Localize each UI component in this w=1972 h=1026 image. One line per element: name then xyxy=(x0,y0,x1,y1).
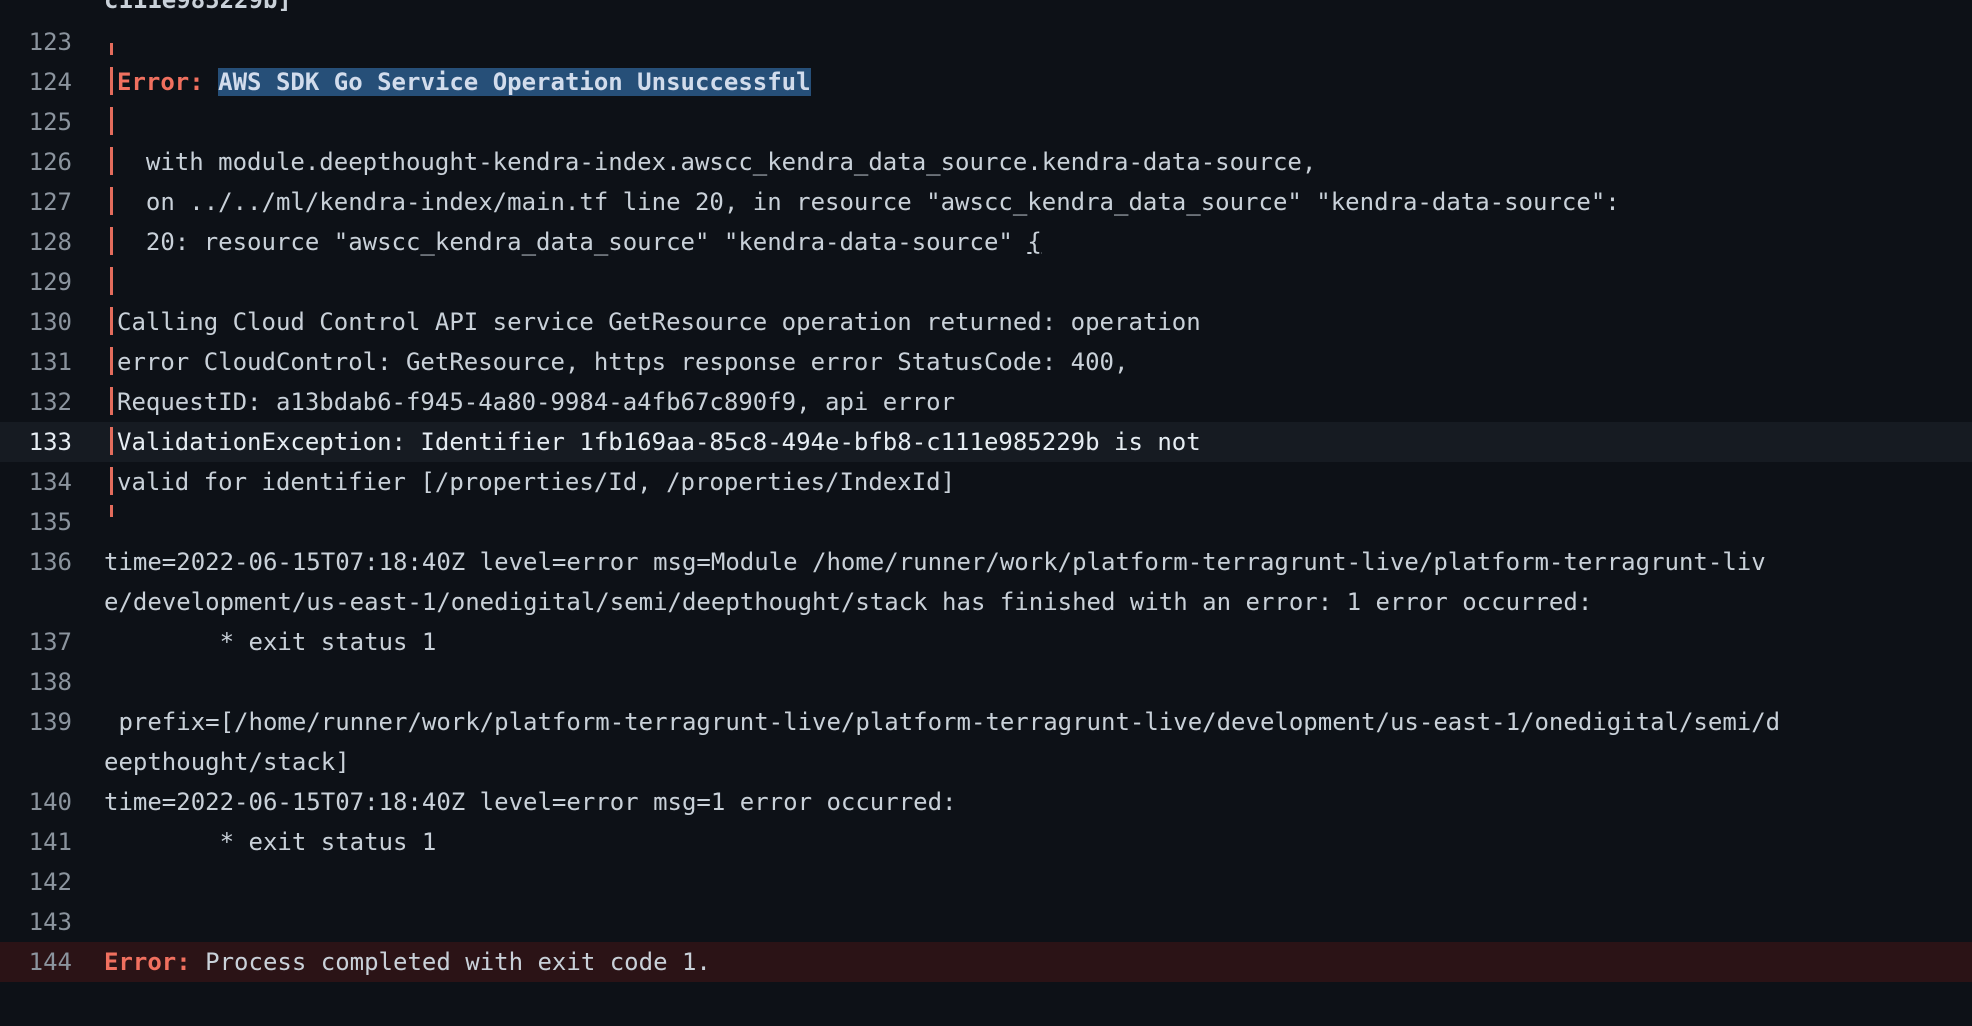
log-text: Calling Cloud Control API service GetRes… xyxy=(117,308,1201,336)
log-text: time=2022-06-15T07:18:40Z level=error ms… xyxy=(104,548,1766,616)
line-number[interactable]: 123 xyxy=(0,22,104,62)
log-line-content: RequestID: a13bdab6-f945-4a80-9984-a4fb6… xyxy=(104,382,1972,422)
log-line[interactable]: 136 time=2022-06-15T07:18:40Z level=erro… xyxy=(0,542,1972,622)
log-line[interactable]: 125 xyxy=(0,102,1972,142)
log-line[interactable]: 134 valid for identifier [/properties/Id… xyxy=(0,462,1972,502)
log-line-content xyxy=(104,262,1972,302)
line-number[interactable]: 132 xyxy=(0,382,104,422)
log-line[interactable]: 139 prefix=[/home/runner/work/platform-t… xyxy=(0,702,1972,782)
log-line[interactable]: 123 xyxy=(0,22,1972,62)
line-number[interactable]: 138 xyxy=(0,662,104,702)
error-label: Error: xyxy=(104,948,191,976)
log-line[interactable]: 131 error CloudControl: GetResource, htt… xyxy=(0,342,1972,382)
log-text: time=2022-06-15T07:18:40Z level=error ms… xyxy=(104,788,957,816)
log-line[interactable]: 130 Calling Cloud Control API service Ge… xyxy=(0,302,1972,342)
error-gutter-bar xyxy=(110,227,113,255)
log-line[interactable]: 141 * exit status 1 xyxy=(0,822,1972,862)
line-number[interactable]: 135 xyxy=(0,502,104,542)
error-gutter-bar xyxy=(110,307,113,335)
log-line-content xyxy=(104,22,1972,62)
line-number[interactable]: 143 xyxy=(0,902,104,942)
log-line[interactable]: 142 xyxy=(0,862,1972,902)
log-line-content: Calling Cloud Control API service GetRes… xyxy=(104,302,1972,342)
line-number[interactable]: 129 xyxy=(0,262,104,302)
line-number[interactable]: 134 xyxy=(0,462,104,502)
error-gutter-bar xyxy=(110,67,113,95)
log-line-content xyxy=(104,502,1972,542)
line-number[interactable]: 131 xyxy=(0,342,104,382)
log-line-content: on ../../ml/kendra-index/main.tf line 20… xyxy=(104,182,1972,222)
log-text: RequestID: a13bdab6-f945-4a80-9984-a4fb6… xyxy=(117,388,956,416)
line-number[interactable]: 142 xyxy=(0,862,104,902)
line-number[interactable]: 127 xyxy=(0,182,104,222)
log-line-content: with module.deepthought-kendra-index.aws… xyxy=(104,142,1972,182)
log-line[interactable]: 124 Error: AWS SDK Go Service Operation … xyxy=(0,62,1972,102)
log-line-content xyxy=(104,102,1972,142)
line-number[interactable]: 124 xyxy=(0,62,104,102)
log-text: Process completed with exit code 1. xyxy=(190,948,711,976)
log-line[interactable]: 127 on ../../ml/kendra-index/main.tf lin… xyxy=(0,182,1972,222)
error-gutter-bar xyxy=(110,267,113,295)
line-number[interactable]: 130 xyxy=(0,302,104,342)
line-number[interactable]: 137 xyxy=(0,622,104,662)
line-number[interactable]: 125 xyxy=(0,102,104,142)
log-text: valid for identifier [/properties/Id, /p… xyxy=(117,468,956,496)
log-line-content: Error: AWS SDK Go Service Operation Unsu… xyxy=(104,62,1972,102)
line-number[interactable]: 141 xyxy=(0,822,104,862)
log-line-error[interactable]: 144 Error: Process completed with exit c… xyxy=(0,942,1972,982)
error-gutter-bar xyxy=(110,347,113,375)
log-line-content: error CloudControl: GetResource, https r… xyxy=(104,342,1972,382)
log-line-content: ValidationException: Identifier 1fb169aa… xyxy=(104,422,1972,462)
brace-marker: { xyxy=(1027,228,1042,256)
error-gutter-bar xyxy=(110,43,113,55)
error-gutter-bar xyxy=(110,467,113,495)
line-number[interactable]: 126 xyxy=(0,142,104,182)
line-number[interactable]: 133 xyxy=(0,422,104,462)
log-text: on ../../ml/kendra-index/main.tf line 20… xyxy=(117,188,1620,216)
log-line-content: valid for identifier [/properties/Id, /p… xyxy=(104,462,1972,502)
log-line[interactable]: 126 with module.deepthought-kendra-index… xyxy=(0,142,1972,182)
error-gutter-bar xyxy=(110,147,113,175)
log-line-fragment: c111e985229b] xyxy=(104,0,292,14)
log-line[interactable]: 138 xyxy=(0,662,1972,702)
error-label: Error: xyxy=(117,68,204,96)
log-line[interactable]: 140 time=2022-06-15T07:18:40Z level=erro… xyxy=(0,782,1972,822)
error-gutter-bar xyxy=(110,387,113,415)
log-text: * exit status 1 xyxy=(104,828,437,856)
line-number[interactable]: 128 xyxy=(0,222,104,262)
log-text: 20: resource "awscc_kendra_data_source" … xyxy=(117,228,1028,256)
error-gutter-bar xyxy=(110,107,113,135)
error-gutter-bar xyxy=(110,505,113,517)
selected-error-summary[interactable]: AWS SDK Go Service Operation Unsuccessfu… xyxy=(218,68,811,96)
log-text: with module.deepthought-kendra-index.aws… xyxy=(117,148,1317,176)
log-line[interactable]: 137 * exit status 1 xyxy=(0,622,1972,662)
line-number[interactable]: 139 xyxy=(0,702,104,782)
error-gutter-bar xyxy=(110,427,113,455)
log-line-hovered[interactable]: 133 ValidationException: Identifier 1fb1… xyxy=(0,422,1972,462)
log-line[interactable]: 135 xyxy=(0,502,1972,542)
log-line-content: 20: resource "awscc_kendra_data_source" … xyxy=(104,222,1972,262)
log-text: error CloudControl: GetResource, https r… xyxy=(117,348,1129,376)
log-line[interactable]: 129 xyxy=(0,262,1972,302)
log-text: ValidationException: Identifier 1fb169aa… xyxy=(117,428,1201,456)
log-text: * exit status 1 xyxy=(104,628,437,656)
log-line[interactable]: 143 xyxy=(0,902,1972,942)
log-line-content: Error: Process completed with exit code … xyxy=(104,942,1972,982)
line-number[interactable]: 144 xyxy=(0,942,104,982)
log-text: prefix=[/home/runner/work/platform-terra… xyxy=(104,708,1781,776)
log-viewer: c111e985229b] 123 124 Error: AWS SDK Go … xyxy=(0,0,1972,982)
log-line[interactable]: 128 20: resource "awscc_kendra_data_sour… xyxy=(0,222,1972,262)
error-gutter-bar xyxy=(110,187,113,215)
line-number[interactable]: 136 xyxy=(0,542,104,622)
log-line[interactable]: 132 RequestID: a13bdab6-f945-4a80-9984-a… xyxy=(0,382,1972,422)
line-number[interactable]: 140 xyxy=(0,782,104,822)
